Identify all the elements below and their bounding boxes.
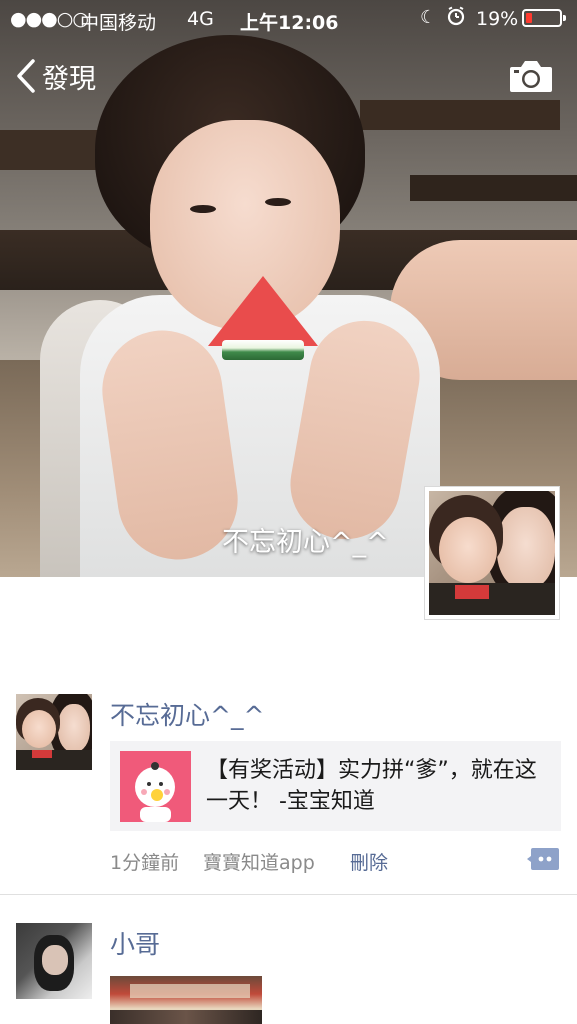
avatar-coat <box>16 750 92 770</box>
photo-detail <box>110 1010 262 1024</box>
shared-link-card[interactable]: 【有奖活动】实力拼“爹”，就在这一天！ -宝宝知道 <box>110 741 561 831</box>
cover-eye <box>265 198 291 206</box>
back-button[interactable]: 發現 <box>14 56 96 96</box>
feed-divider <box>0 894 577 895</box>
avatar-red-collar <box>455 585 489 599</box>
camera-icon[interactable] <box>508 58 554 94</box>
profile-avatar-image <box>429 491 555 615</box>
status-bar: ●●●○○ 中国移动 4G 上午12:06 ☾ 19% <box>0 0 577 38</box>
shared-link-thumbnail <box>120 751 191 822</box>
feed-avatar[interactable] <box>16 923 92 999</box>
avatar-mom-face <box>58 704 90 752</box>
signal-strength: ●●●○○ <box>10 8 89 30</box>
battery-level <box>526 13 532 23</box>
cover-caption: 不忘初心^_^ <box>222 527 389 558</box>
cover-eye <box>190 205 216 213</box>
author-name[interactable]: 不忘初心^_^ <box>110 696 264 732</box>
post-time: 1分鐘前 <box>110 852 180 874</box>
post-source[interactable]: 寶寶知道app <box>203 848 315 875</box>
photo-detail <box>130 984 250 998</box>
shared-link-title: 【有奖活动】实力拼“爹”，就在这一天！ -宝宝知道 <box>206 758 537 814</box>
baby-logo-icon <box>135 762 175 822</box>
alarm-icon <box>447 6 465 26</box>
nav-bar: 發現 <box>0 44 577 110</box>
cover-watermelon <box>208 276 318 346</box>
profile-avatar[interactable] <box>424 486 560 620</box>
delete-button[interactable]: 刪除 <box>350 848 388 875</box>
cover-table <box>410 175 577 201</box>
author-name[interactable]: 小哥 <box>110 925 160 961</box>
post-photo[interactable] <box>110 976 262 1024</box>
carrier-name: 中国移动 <box>80 12 157 34</box>
avatar-kid-face <box>439 517 497 583</box>
avatar-face <box>42 945 68 975</box>
battery-icon <box>522 9 566 27</box>
avatar-mom-face <box>497 507 555 589</box>
comment-icon[interactable] <box>526 847 560 871</box>
avatar-red-collar <box>32 750 52 758</box>
status-time: 上午12:06 <box>240 12 339 34</box>
back-label: 發現 <box>42 63 96 95</box>
chevron-left-icon <box>17 59 35 93</box>
moon-icon: ☾ <box>420 7 437 28</box>
avatar-kid-face <box>22 710 56 748</box>
feed-avatar[interactable] <box>16 694 92 770</box>
battery-percent: 19% <box>476 8 519 30</box>
avatar-coat <box>429 583 555 615</box>
cover-watermelon-rind <box>222 340 304 360</box>
network-type: 4G <box>187 8 214 30</box>
